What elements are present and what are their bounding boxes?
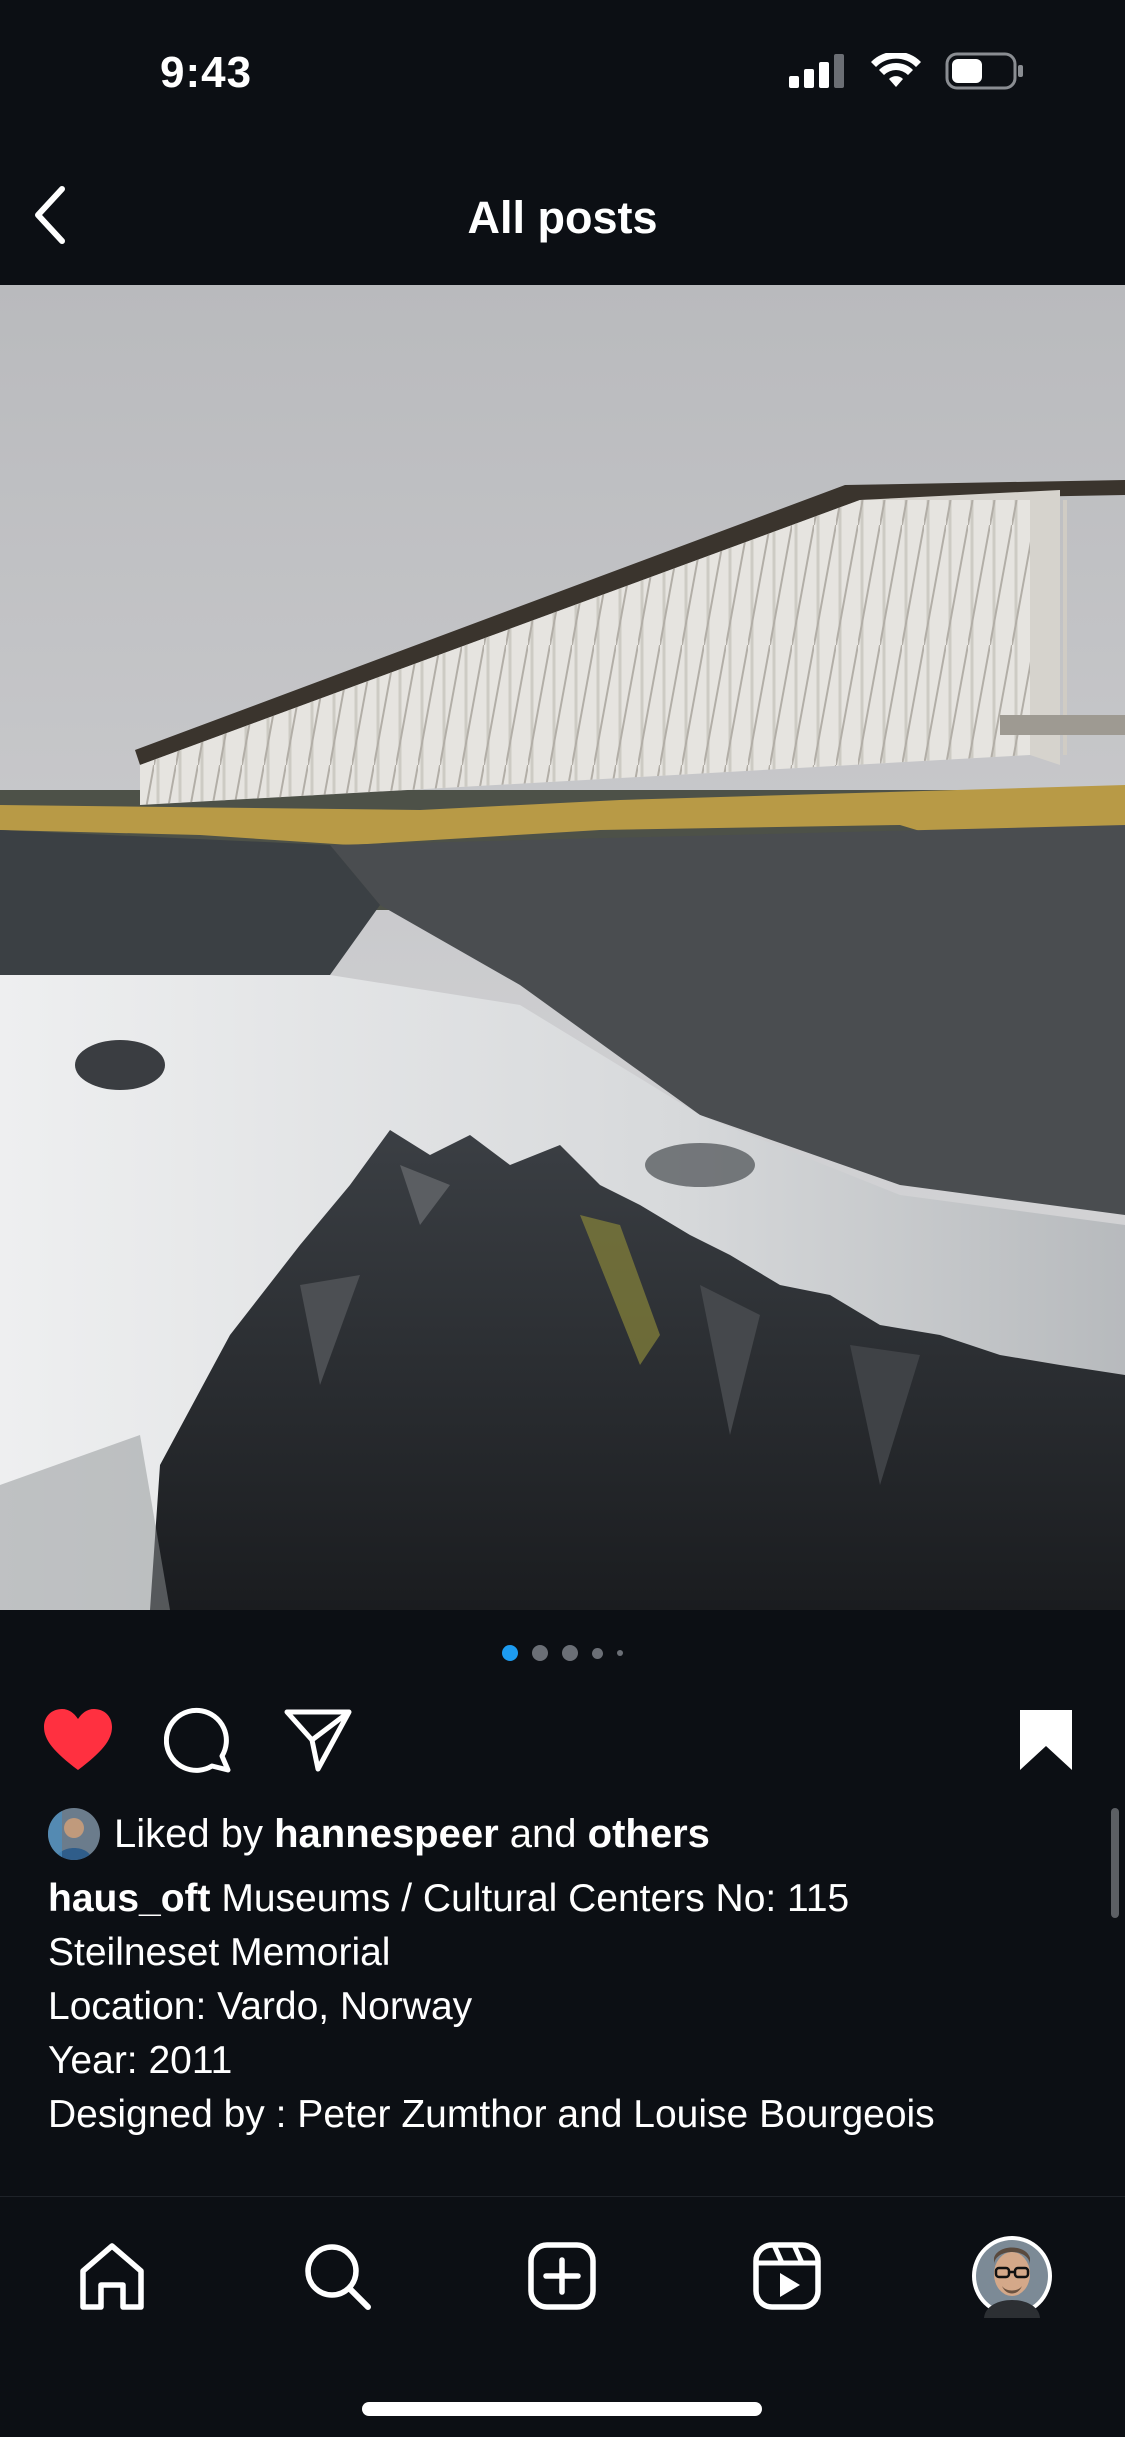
heart-icon xyxy=(44,1709,112,1770)
bookmark-icon xyxy=(1020,1710,1072,1770)
tab-profile[interactable] xyxy=(967,2231,1057,2321)
page-title: All posts xyxy=(467,192,658,243)
tab-reels[interactable] xyxy=(742,2231,832,2321)
post-actions xyxy=(0,1700,1125,1780)
carousel-dot-active xyxy=(502,1645,518,1661)
status-icons xyxy=(789,52,1025,90)
tab-home[interactable] xyxy=(67,2231,157,2321)
post-caption: haus_oft Museums / Cultural Centers No: … xyxy=(48,1872,1068,2142)
likes-conjunction: and xyxy=(509,1811,577,1856)
caption-line: Museums / Cultural Centers No: 115 xyxy=(221,1877,850,1920)
share-button[interactable] xyxy=(278,1700,358,1780)
tab-create[interactable] xyxy=(517,2231,607,2321)
caption-line: Designed by : Peter Zumthor and Louise B… xyxy=(48,2093,935,2136)
carousel-dot xyxy=(532,1645,548,1661)
likes-summary[interactable]: Liked by hannespeer and others xyxy=(48,1808,710,1860)
comment-icon xyxy=(164,1707,231,1773)
save-button[interactable] xyxy=(1006,1700,1086,1780)
liker-avatar[interactable] xyxy=(48,1808,100,1860)
carousel-dot xyxy=(592,1647,603,1659)
post-image[interactable] xyxy=(0,285,1125,1610)
cellular-signal-icon xyxy=(789,54,844,88)
nav-header: All posts xyxy=(0,150,1125,285)
home-icon xyxy=(80,2243,144,2310)
caption-line: Location: Vardo, Norway xyxy=(48,1985,473,2028)
profile-avatar xyxy=(972,2236,1052,2318)
comment-button[interactable] xyxy=(158,1700,238,1780)
post-username[interactable]: haus_oft xyxy=(48,1877,211,1920)
carousel-indicator xyxy=(0,1645,1125,1661)
likes-prefix: Liked by xyxy=(114,1811,263,1856)
like-button[interactable] xyxy=(38,1700,118,1780)
reels-icon xyxy=(753,2242,821,2310)
scrollbar[interactable] xyxy=(1111,1808,1119,1918)
send-icon xyxy=(284,1709,352,1772)
bottom-tab-bar xyxy=(0,2196,1125,2437)
post-photo xyxy=(0,285,1125,1610)
carousel-dot xyxy=(617,1650,623,1656)
caption-line: Steilneset Memorial xyxy=(48,1931,391,1974)
search-icon xyxy=(305,2244,371,2310)
caption-line: Year: 2011 xyxy=(48,2039,233,2082)
likes-others[interactable]: others xyxy=(588,1812,710,1857)
tab-search[interactable] xyxy=(292,2231,382,2321)
status-time: 9:43 xyxy=(160,48,253,97)
create-icon xyxy=(528,2242,596,2310)
wifi-icon xyxy=(871,53,921,87)
home-indicator xyxy=(362,2402,762,2416)
status-bar: 9:43 xyxy=(0,0,1125,150)
carousel-dot xyxy=(562,1645,578,1661)
battery-icon xyxy=(945,52,1023,90)
liker-username[interactable]: hannespeer xyxy=(274,1812,499,1857)
